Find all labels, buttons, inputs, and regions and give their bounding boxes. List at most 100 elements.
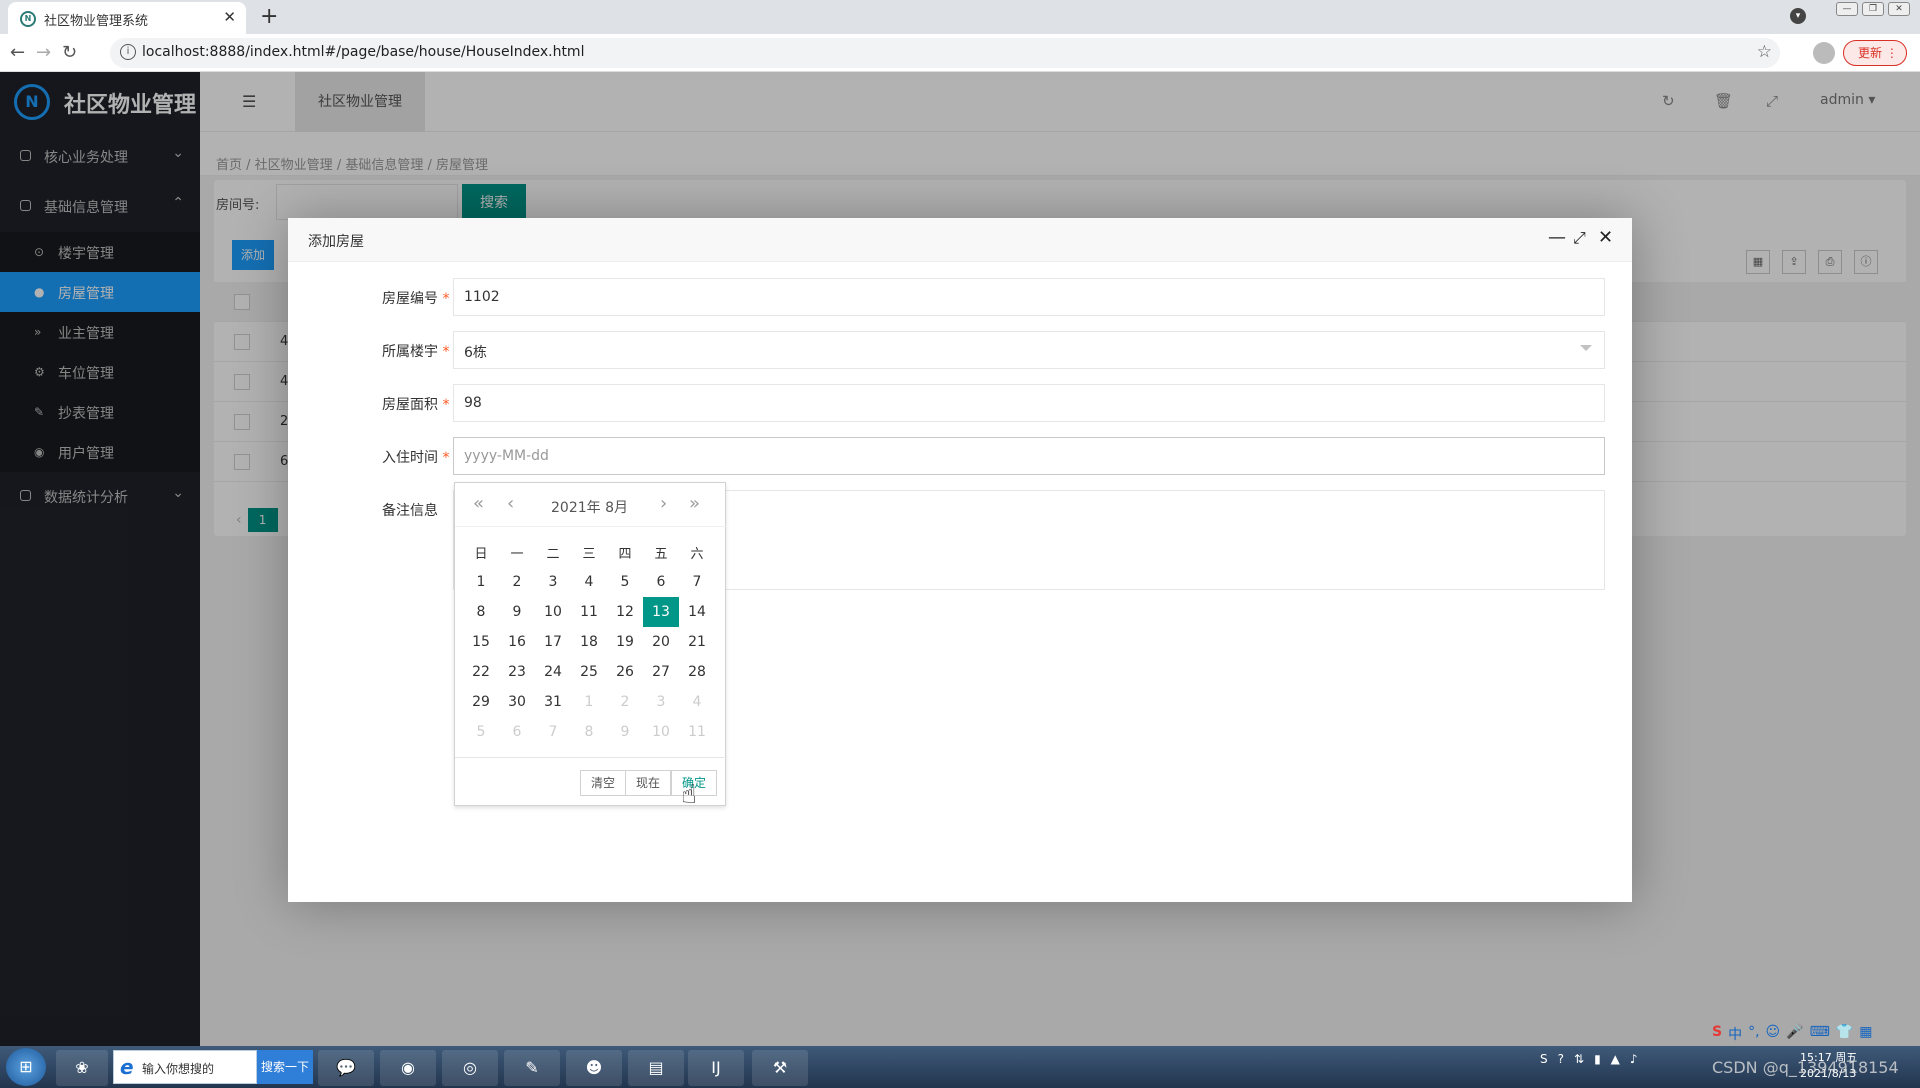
punctuation-icon[interactable]: °, [1748, 1024, 1759, 1044]
day-cell-other-month[interactable]: 5 [463, 717, 499, 747]
day-cell[interactable]: 3 [535, 567, 571, 597]
checkin-date-input[interactable]: yyyy-MM-dd [453, 437, 1605, 475]
area-input[interactable]: 98 [453, 384, 1605, 422]
battery-icon[interactable]: ▮ [1594, 1052, 1601, 1066]
taskbar-search-box[interactable]: e 输入你想搜的 [113, 1050, 257, 1084]
taskbar-search-button[interactable]: 搜索一下 [257, 1050, 313, 1084]
tool-app-icon[interactable]: ⚒ [752, 1050, 808, 1086]
day-cell[interactable]: 24 [535, 657, 571, 687]
sogou-icon[interactable]: S [1540, 1052, 1548, 1066]
day-cell[interactable]: 15 [463, 627, 499, 657]
day-cell[interactable]: 29 [463, 687, 499, 717]
year-month-label[interactable]: 2021年 8月 [551, 497, 628, 517]
day-cell[interactable]: 26 [607, 657, 643, 687]
maximize-icon[interactable]: ⤢ [1573, 228, 1586, 248]
day-cell[interactable]: 14 [679, 597, 715, 627]
day-cell[interactable]: 9 [499, 597, 535, 627]
network-icon[interactable]: ⇅ [1574, 1052, 1584, 1066]
day-cell[interactable]: 31 [535, 687, 571, 717]
wechat-icon[interactable]: 💬 [318, 1050, 374, 1086]
new-tab-button[interactable]: + [260, 4, 278, 29]
day-cell-other-month[interactable]: 2 [607, 687, 643, 717]
close-icon[interactable]: ✕ [1598, 227, 1613, 248]
chrome-icon[interactable]: ◎ [442, 1050, 498, 1086]
firefox-icon[interactable]: ◉ [380, 1050, 436, 1086]
notes-icon[interactable]: ✎ [504, 1050, 560, 1086]
day-cell-other-month[interactable]: 9 [607, 717, 643, 747]
day-cell[interactable]: 25 [571, 657, 607, 687]
minimize-icon[interactable]: — [1548, 227, 1566, 248]
now-button[interactable]: 现在 [625, 770, 671, 796]
user-app-icon[interactable]: ☻ [566, 1050, 622, 1086]
show-hidden-icon[interactable]: ▲ [1611, 1052, 1620, 1066]
sogou-ime-icon[interactable]: S [1712, 1024, 1722, 1044]
app-icon-colorful[interactable]: ❀ [56, 1050, 108, 1086]
day-cell[interactable]: 8 [463, 597, 499, 627]
prev-year-icon[interactable]: « [473, 493, 484, 514]
profile-avatar-icon[interactable] [1813, 42, 1835, 64]
day-cell-other-month[interactable]: 1 [571, 687, 607, 717]
day-cell[interactable]: 16 [499, 627, 535, 657]
update-button[interactable]: 更新 ⋮ [1843, 40, 1907, 66]
clear-button[interactable]: 清空 [580, 770, 626, 796]
day-cell[interactable]: 23 [499, 657, 535, 687]
start-button[interactable]: ⊞ [6, 1048, 46, 1086]
day-cell-selected[interactable]: 13 [643, 597, 679, 627]
bookmark-star-icon[interactable]: ☆ [1757, 42, 1772, 62]
tab-close-icon[interactable]: ✕ [223, 8, 236, 26]
folder-icon[interactable]: ▤ [628, 1050, 684, 1086]
weekday-header: 日一二三四五六 [463, 543, 719, 562]
close-window-button[interactable]: ✕ [1888, 2, 1910, 16]
day-cell-other-month[interactable]: 7 [535, 717, 571, 747]
emoji-icon[interactable]: ☺ [1766, 1024, 1781, 1044]
day-cell[interactable]: 27 [643, 657, 679, 687]
day-cell-other-month[interactable]: 4 [679, 687, 715, 717]
day-cell[interactable]: 17 [535, 627, 571, 657]
day-cell[interactable]: 7 [679, 567, 715, 597]
minimize-window-button[interactable]: — [1836, 2, 1858, 16]
day-cell[interactable]: 6 [643, 567, 679, 597]
back-arrow-icon[interactable]: ← [10, 42, 25, 63]
day-cell[interactable]: 18 [571, 627, 607, 657]
day-cell[interactable]: 11 [571, 597, 607, 627]
day-cell[interactable]: 4 [571, 567, 607, 597]
browser-tab[interactable]: N 社区物业管理系统 ✕ [8, 2, 246, 34]
day-cell-other-month[interactable]: 3 [643, 687, 679, 717]
next-month-icon[interactable]: › [660, 493, 667, 514]
house-number-input[interactable]: 1102 [453, 278, 1605, 316]
day-cell[interactable]: 22 [463, 657, 499, 687]
day-cell[interactable]: 28 [679, 657, 715, 687]
day-cell[interactable]: 19 [607, 627, 643, 657]
day-cell[interactable]: 30 [499, 687, 535, 717]
site-info-icon[interactable]: i [120, 44, 136, 60]
help-icon[interactable]: ? [1558, 1052, 1564, 1066]
day-cell[interactable]: 5 [607, 567, 643, 597]
day-cell[interactable]: 20 [643, 627, 679, 657]
day-cell-other-month[interactable]: 10 [643, 717, 679, 747]
prev-month-icon[interactable]: ‹ [507, 493, 514, 514]
next-year-icon[interactable]: » [689, 493, 700, 514]
grid-icon[interactable]: ▦ [1859, 1024, 1872, 1044]
day-cell[interactable]: 1 [463, 567, 499, 597]
forward-arrow-icon[interactable]: → [36, 42, 51, 63]
day-cell[interactable]: 21 [679, 627, 715, 657]
volume-icon[interactable]: ♪ [1630, 1052, 1638, 1066]
day-cell[interactable]: 12 [607, 597, 643, 627]
restore-window-button[interactable]: ❐ [1862, 2, 1884, 16]
day-cell[interactable]: 10 [535, 597, 571, 627]
building-select[interactable]: 6栋 [453, 331, 1605, 369]
weekday-label: 二 [546, 547, 560, 562]
intellij-icon[interactable]: IJ [688, 1050, 744, 1086]
day-cell[interactable]: 2 [499, 567, 535, 597]
reload-icon[interactable]: ↻ [62, 42, 77, 63]
microphone-icon[interactable]: 🎤 [1786, 1024, 1803, 1044]
tab-search-icon[interactable]: ▾ [1790, 8, 1806, 24]
browser-tab-strip: N 社区物业管理系统 ✕ + ▾ — ❐ ✕ [0, 0, 1920, 34]
day-cell-other-month[interactable]: 11 [679, 717, 715, 747]
day-cell-other-month[interactable]: 8 [571, 717, 607, 747]
skin-icon[interactable]: 👕 [1836, 1024, 1853, 1044]
keyboard-icon[interactable]: ⌨ [1810, 1024, 1830, 1044]
ime-mode-icon[interactable]: 中 [1728, 1024, 1742, 1044]
url-field[interactable]: i localhost:8888/index.html#/page/base/h… [110, 38, 1780, 68]
day-cell-other-month[interactable]: 6 [499, 717, 535, 747]
